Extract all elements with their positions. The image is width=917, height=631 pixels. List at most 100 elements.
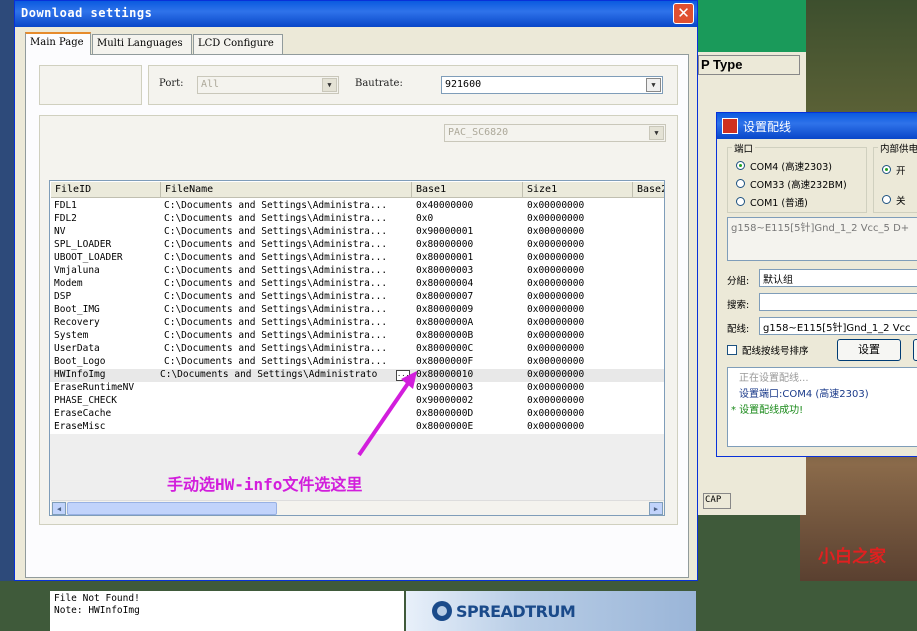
- table-row[interactable]: SPL_LOADER C:\Documents and Settings\Admi…: [50, 239, 664, 252]
- cell-size1: 0x00000000: [527, 239, 585, 250]
- port-radio-com1[interactable]: [736, 197, 745, 206]
- scroll-thumb[interactable]: [67, 502, 277, 515]
- cell-size1: 0x00000000: [527, 408, 585, 419]
- cell-filename: C:\Documents and Settings\Administra...: [164, 265, 388, 276]
- extra-button[interactable]: [913, 339, 917, 361]
- column-header-filename[interactable]: FileName: [161, 182, 412, 198]
- status-line-1: File Not Found!: [54, 593, 140, 604]
- window-title[interactable]: Download settings: [15, 1, 697, 27]
- baudrate-value: 921600: [445, 79, 482, 90]
- logo-text: SPREADTRUM: [456, 602, 576, 621]
- cell-fileid: HWInfoImg: [54, 369, 106, 380]
- table-row[interactable]: FDL1 C:\Documents and Settings\Administra…: [50, 200, 664, 213]
- horizontal-scrollbar[interactable]: ◀ ▶: [51, 500, 664, 515]
- port-radio-com4[interactable]: [736, 161, 745, 170]
- scroll-left-icon[interactable]: ◀: [52, 502, 66, 515]
- table-row[interactable]: NV C:\Documents and Settings\Administra..…: [50, 226, 664, 239]
- cell-size1: 0x00000000: [527, 278, 585, 289]
- port-value: All: [201, 79, 220, 90]
- port-group: 端口 COM4 (高速2303) COM33 (高速232BM) COM1 (普…: [727, 141, 867, 213]
- port-settings-group: Port: All ▼ Bautrate: 921600 ▼: [148, 65, 678, 105]
- tab-lcd-configure[interactable]: LCD Configure: [193, 34, 283, 54]
- tab-multi-languages[interactable]: Multi Languages: [92, 34, 192, 54]
- table-row[interactable]: Vmjaluna C:\Documents and Settings\Admini…: [50, 265, 664, 278]
- port-group-label: 端口: [732, 141, 756, 155]
- port-radio-com33[interactable]: [736, 179, 745, 188]
- cell-fileid: Boot_Logo: [54, 356, 106, 367]
- table-row[interactable]: DSP C:\Documents and Settings\Administra.…: [50, 291, 664, 304]
- power-off-radio[interactable]: [882, 195, 891, 204]
- close-button[interactable]: ✕: [673, 3, 694, 24]
- cell-fileid: PHASE_CHECK: [54, 395, 117, 406]
- product-select[interactable]: PAC_SC6820 ▼: [444, 124, 666, 142]
- cell-fileid: EraseCache: [54, 408, 112, 419]
- cell-base1: 0x80000007: [416, 291, 474, 302]
- cell-base1: 0x90000001: [416, 226, 474, 237]
- cell-base1: 0x0: [416, 213, 434, 224]
- table-row[interactable]: System C:\Documents and Settings\Administ…: [50, 330, 664, 343]
- group-select[interactable]: 默认组: [759, 269, 917, 287]
- port-option-com4: COM4 (高速2303): [750, 162, 832, 173]
- table-row[interactable]: Modem C:\Documents and Settings\Administr…: [50, 278, 664, 291]
- cell-filename: C:\Documents and Settings\Administra...: [164, 291, 388, 302]
- status-line-2: Note: HWInfoImg: [54, 605, 140, 616]
- cell-fileid: System: [54, 330, 89, 341]
- column-header-base2[interactable]: Base2: [633, 182, 664, 198]
- wire-select[interactable]: g158~E115[5针]Gnd_1_2 Vcc: [759, 317, 917, 335]
- cell-fileid: EraseRuntimeNV: [54, 382, 135, 393]
- cell-size1: 0x00000000: [527, 252, 585, 263]
- sort-checkbox[interactable]: [727, 345, 737, 355]
- table-row[interactable]: UserData C:\Documents and Settings\Admini…: [50, 343, 664, 356]
- cell-size1: 0x00000000: [527, 226, 585, 237]
- port-option-com33: COM33 (高速232BM): [750, 180, 847, 191]
- spreadtrum-logo: SPREADTRUM: [406, 591, 696, 631]
- cell-fileid: Vmjaluna: [54, 265, 100, 276]
- download-settings-window: Download settings ✕ Port: All ▼ Bautrate…: [14, 0, 698, 631]
- cell-size1: 0x00000000: [527, 382, 585, 393]
- baudrate-select[interactable]: 921600 ▼: [441, 76, 663, 94]
- cell-filename: C:\Documents and Settings\Administra...: [164, 252, 388, 263]
- set-button[interactable]: 设置: [837, 339, 901, 361]
- cell-fileid: EraseMisc: [54, 421, 106, 432]
- baudrate-label: Bautrate:: [355, 78, 403, 89]
- cell-filename: C:\Documents and Settings\Administra...: [164, 226, 388, 237]
- column-header-base1[interactable]: Base1: [412, 182, 523, 198]
- scroll-right-icon[interactable]: ▶: [649, 502, 663, 515]
- log-line-3: * 设置配线成功!: [731, 405, 804, 416]
- wiring-dialog-title[interactable]: 设置配线: [717, 113, 917, 139]
- cell-filename: C:\Documents and Settings\Administrato: [160, 369, 378, 380]
- sort-label: 配线按线号排序: [742, 346, 809, 357]
- table-row[interactable]: FDL2 C:\Documents and Settings\Administra…: [50, 213, 664, 226]
- cell-size1: 0x00000000: [527, 304, 585, 315]
- chevron-down-icon: ▼: [649, 126, 664, 140]
- cell-filename: C:\Documents and Settings\Administra...: [164, 304, 388, 315]
- cell-base1: 0x8000000A: [416, 317, 474, 328]
- port-select[interactable]: All ▼: [197, 76, 339, 94]
- cell-size1: 0x00000000: [527, 356, 585, 367]
- power-on-label: 开: [896, 166, 906, 177]
- cell-filename: C:\Documents and Settings\Administra...: [164, 330, 388, 341]
- cell-filename: C:\Documents and Settings\Administra...: [164, 200, 388, 211]
- cell-base1: 0x8000000B: [416, 330, 474, 341]
- cell-fileid: FDL1: [54, 200, 77, 211]
- tab-main-page[interactable]: Main Page: [25, 32, 91, 55]
- cell-filename: C:\Documents and Settings\Administra...: [164, 343, 388, 354]
- group-label: 分組:: [727, 276, 750, 287]
- power-on-radio[interactable]: [882, 165, 891, 174]
- search-input[interactable]: [759, 293, 917, 311]
- port-option-com1: COM1 (普通): [750, 198, 808, 209]
- table-row[interactable]: UBOOT_LOADER C:\Documents and Settings\Ad…: [50, 252, 664, 265]
- log-line-1: 正在设置配线...: [739, 373, 809, 384]
- table-row[interactable]: Boot_Logo C:\Documents and Settings\Admin…: [50, 356, 664, 369]
- status-box: File Not Found! Note: HWInfoImg: [50, 591, 404, 631]
- cell-size1: 0x00000000: [527, 421, 585, 432]
- file-table: FileID FileName Base1 Size1 Base2 FDL1 C:…: [49, 180, 665, 516]
- column-header-fileid[interactable]: FileID: [51, 182, 161, 198]
- cell-filename: C:\Documents and Settings\Administra...: [164, 317, 388, 328]
- top-left-group: [39, 65, 142, 105]
- wire-label: 配线:: [727, 324, 750, 335]
- column-header-size1[interactable]: Size1: [523, 182, 633, 198]
- table-row[interactable]: Recovery C:\Documents and Settings\Admini…: [50, 317, 664, 330]
- cell-base1: 0x80000000: [416, 239, 474, 250]
- table-row[interactable]: Boot_IMG C:\Documents and Settings\Admini…: [50, 304, 664, 317]
